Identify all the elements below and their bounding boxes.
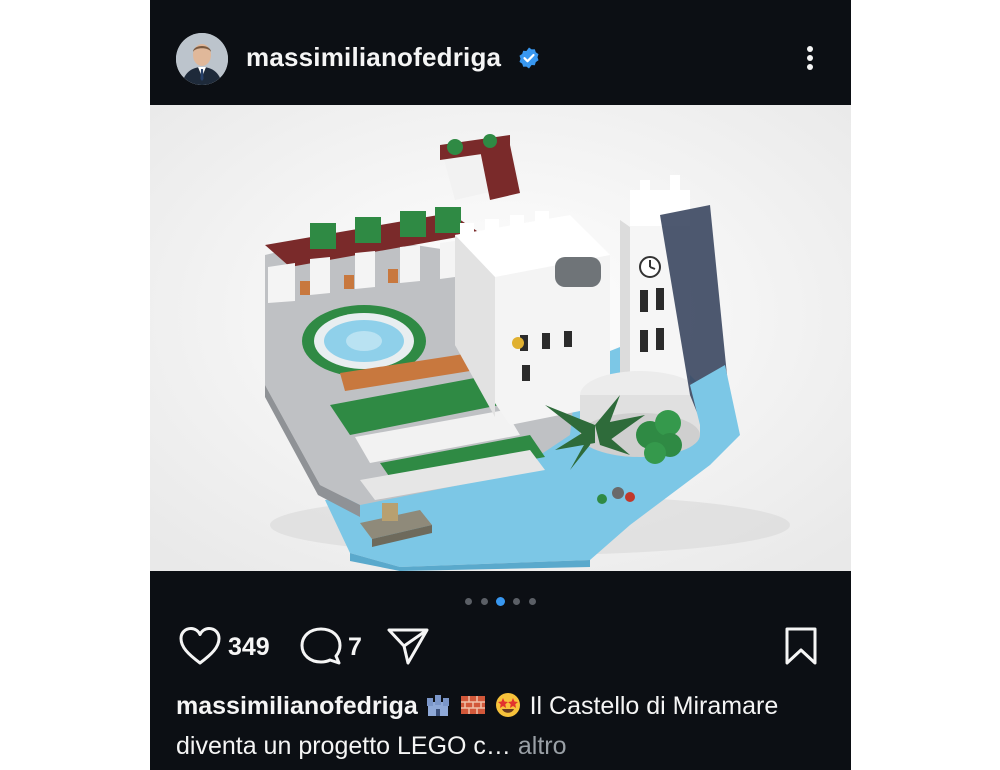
- instagram-post: massimilianofedriga 349 7 massimilianofe…: [150, 0, 851, 770]
- carousel-dot: [465, 598, 473, 606]
- lego-castle-photo: [150, 105, 851, 571]
- action-bar: 349 7: [150, 620, 851, 672]
- brick-emoji: [460, 696, 485, 714]
- send-icon[interactable]: [386, 626, 430, 666]
- post-image[interactable]: [150, 105, 851, 571]
- caption-username[interactable]: massimilianofedriga: [176, 692, 418, 720]
- avatar[interactable]: [176, 33, 228, 85]
- caption-more-link[interactable]: altro: [518, 732, 567, 760]
- post-header: massimilianofedriga: [150, 0, 851, 105]
- heart-icon[interactable]: [178, 626, 222, 666]
- like-count[interactable]: 349: [228, 633, 270, 662]
- more-options-icon[interactable]: [798, 40, 822, 76]
- verified-badge-icon: [519, 47, 539, 69]
- bookmark-icon[interactable]: [784, 626, 818, 666]
- carousel-indicator: [150, 593, 851, 607]
- star-struck-emoji: [495, 693, 520, 717]
- post-username[interactable]: massimilianofedriga: [246, 42, 501, 73]
- castle-emoji: [426, 695, 449, 716]
- post-caption: massimilianofedriga Il Castello di Miram…: [176, 686, 826, 766]
- carousel-dot: [480, 598, 488, 606]
- carousel-dot: [528, 598, 536, 606]
- comment-icon[interactable]: [300, 626, 342, 666]
- carousel-dot-active: [496, 597, 505, 607]
- carousel-dot: [513, 598, 521, 606]
- comment-count[interactable]: 7: [348, 633, 362, 662]
- avatar-photo: [176, 33, 228, 85]
